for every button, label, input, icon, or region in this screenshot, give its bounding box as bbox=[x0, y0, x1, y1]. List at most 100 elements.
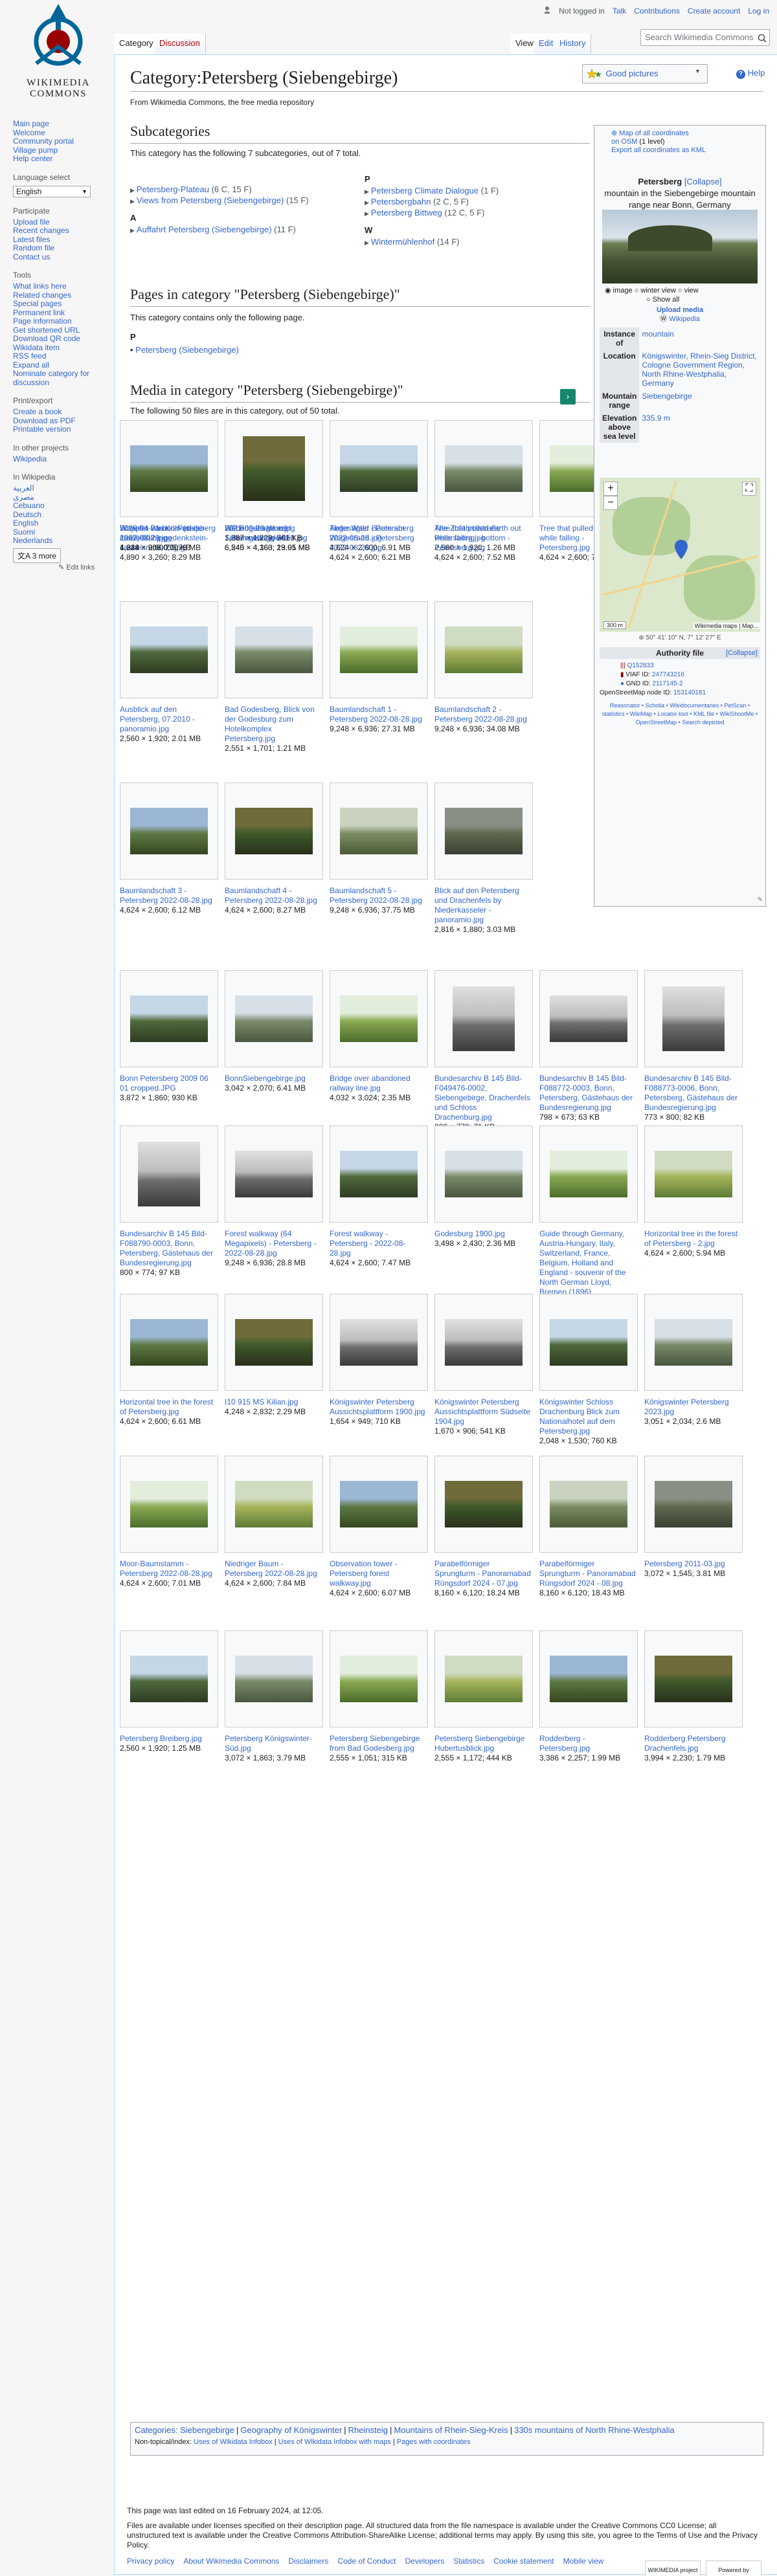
gallery-caption-link[interactable]: WP Bundeszone.jpg bbox=[225, 524, 322, 533]
gallery-thumbnail-frame[interactable] bbox=[539, 1630, 638, 1727]
gallery-caption-link[interactable]: Forest walkway (64 Megapixels) - Petersb… bbox=[225, 1229, 322, 1258]
gallery-item[interactable]: Bundesarchiv B 145 Bild-F088772-0003, Bo… bbox=[539, 970, 642, 1122]
gallery-thumbnail-image[interactable] bbox=[130, 627, 208, 673]
gallery-caption-link[interactable]: Bundesarchiv B 145 Bild-F088772-0003, Bo… bbox=[539, 1074, 636, 1113]
gallery-caption-link[interactable]: Bonn Petersberg 2009 06 01 cropped.JPG bbox=[120, 1074, 217, 1093]
sidebar-nav-link[interactable]: Welcome bbox=[13, 128, 104, 138]
gallery-caption-link[interactable]: Rodderberg Petersberg Drachenfels.jpg bbox=[644, 1734, 741, 1753]
gallery-thumbnail-frame[interactable] bbox=[120, 420, 218, 517]
subcategory-link[interactable]: Petersberg-Plateau bbox=[137, 184, 209, 194]
gallery-thumbnail-image[interactable] bbox=[445, 1656, 523, 1702]
gallery-thumbnail-image[interactable] bbox=[655, 1319, 732, 1366]
gallery-thumbnail-frame[interactable] bbox=[330, 783, 428, 880]
radio-winter[interactable]: ○ bbox=[635, 287, 639, 294]
triangle-right-icon[interactable]: ▶ bbox=[130, 225, 135, 236]
radio-image[interactable]: ◉ bbox=[605, 287, 611, 294]
gallery-caption-link[interactable]: Moor-Baumstamm - Petersberg 2022-08-28.j… bbox=[120, 1559, 217, 1579]
gallery-caption-link[interactable]: Bridge over abandoned railway line.jpg bbox=[330, 1074, 427, 1093]
sidebar-link-tools[interactable]: Permanent link bbox=[13, 308, 104, 318]
gallery-thumbnail-frame[interactable] bbox=[434, 783, 533, 880]
zoom-in-button[interactable]: + bbox=[603, 482, 618, 496]
gallery-caption-link[interactable]: Forest walkway - Petersberg - 2022-08-28… bbox=[330, 1229, 427, 1258]
gallery-caption-link[interactable]: Bundesarchiv B 145 Bild-F088790-0003, Bo… bbox=[120, 1229, 217, 1268]
gallery-thumbnail-image[interactable] bbox=[235, 1656, 313, 1702]
gallery-thumbnail-frame[interactable] bbox=[225, 783, 323, 880]
gallery-caption-link[interactable]: Horizontal tree in the forest of Petersb… bbox=[644, 1229, 741, 1249]
gallery-item[interactable]: Petersberg 2011-03.jpg 3,072 × 1,545; 3.8… bbox=[644, 1456, 747, 1579]
gallery-item[interactable]: Bridge over abandoned railway line.jpg 4,… bbox=[330, 970, 432, 1103]
radio-view[interactable]: ○ bbox=[678, 287, 682, 294]
gallery-thumbnail-frame[interactable] bbox=[539, 1294, 638, 1391]
gallery-item[interactable]: Niedriger Baum - Petersberg 2022-08-28.j… bbox=[225, 1456, 327, 1588]
gallery-caption-link[interactable]: Königswinter Petersberg 2023.jpg bbox=[644, 1397, 741, 1417]
gallery-caption-link[interactable]: Blick auf den Petersberg und Drachenfels… bbox=[434, 886, 532, 925]
gallery-caption-link[interactable]: Parabelförmiger Sprungturm - Panoramabad… bbox=[539, 1559, 636, 1588]
infobox-tool-links[interactable]: Reasonator • Scholia • Wikidocumentaries… bbox=[594, 702, 765, 727]
gallery-item[interactable]: Bundesarchiv B 145 Bild-F088773-0006, Bo… bbox=[644, 970, 747, 1122]
sidebar-nav-link[interactable]: Village pump bbox=[13, 146, 104, 155]
gallery-thumbnail-image[interactable] bbox=[235, 1481, 313, 1527]
gallery-item[interactable]: Godesburg 1900.jpg 3,498 × 2,430; 2.36 MB bbox=[434, 1126, 537, 1249]
triangle-right-icon[interactable]: ▶ bbox=[365, 208, 369, 219]
page-item[interactable]: • Petersberg (Siebengebirge) bbox=[130, 345, 239, 355]
footer-link[interactable]: Mobile view bbox=[563, 2557, 604, 2566]
subcategory-item[interactable]: ▶ Petersberg Bittweg (12 C, 5 F) bbox=[365, 208, 585, 219]
gallery-item[interactable]: Bonn Petersberg 2009 06 01 cropped.JPG 3,… bbox=[120, 970, 222, 1103]
gallery-thumbnail-frame[interactable] bbox=[434, 1126, 533, 1223]
gallery-thumbnail-image[interactable] bbox=[445, 627, 523, 673]
sidebar-link-tools[interactable]: Special pages bbox=[13, 299, 104, 309]
help-link[interactable]: Help bbox=[748, 68, 765, 78]
footer-link[interactable]: Statistics bbox=[453, 2557, 484, 2566]
gallery-item[interactable]: Horizontal tree in the forest of Petersb… bbox=[120, 1294, 222, 1427]
category-link[interactable]: Geography of Königswinter bbox=[240, 2425, 342, 2435]
gallery-thumbnail-image[interactable] bbox=[550, 1319, 627, 1366]
gallery-thumbnail-frame[interactable] bbox=[434, 970, 533, 1067]
triangle-right-icon[interactable]: ▶ bbox=[130, 196, 135, 206]
subcategory-item[interactable]: ▶ Auffahrt Petersberg (Siebengebirge) (11… bbox=[130, 225, 337, 236]
sidebar-link-wiki_langs[interactable]: Suomi bbox=[13, 527, 104, 537]
gallery-thumbnail-frame[interactable] bbox=[120, 1630, 218, 1727]
gallery-thumbnail-frame[interactable] bbox=[120, 970, 218, 1067]
gallery-thumbnail-image[interactable] bbox=[235, 627, 313, 673]
gallery-item[interactable]: Forest walkway - Petersberg - 2022-08-28… bbox=[330, 1126, 432, 1268]
gallery-item[interactable]: Königswinter Schloss Drachenburg Blick z… bbox=[539, 1294, 642, 1446]
sidebar-link-wiki_langs[interactable]: Deutsch bbox=[13, 510, 104, 520]
wikimedia-project-badge[interactable]: WIKIMEDIA project bbox=[645, 2560, 701, 2576]
gallery-thumbnail-frame[interactable] bbox=[330, 1294, 428, 1391]
footer-link[interactable]: Code of Conduct bbox=[337, 2557, 396, 2566]
gallery-thumbnail-frame[interactable] bbox=[644, 1294, 743, 1391]
edit-links-link[interactable]: Edit links bbox=[66, 564, 95, 572]
gallery-item[interactable]: Bundesarchiv B 145 Bild-F088790-0003, Bo… bbox=[120, 1126, 222, 1278]
gallery-caption-link[interactable]: Königswinter Petersberg Aussichtsplattfo… bbox=[330, 1397, 427, 1417]
sidebar-link-wiki_langs[interactable]: العربية bbox=[13, 483, 104, 493]
gallery-caption-link[interactable]: Observation tower - Petersberg forest wa… bbox=[330, 1559, 427, 1588]
gallery-thumbnail-image[interactable] bbox=[655, 1656, 732, 1702]
triangle-right-icon[interactable]: ▶ bbox=[365, 238, 369, 248]
subcategory-item[interactable]: ▶ Views from Petersberg (Siebengebirge) (… bbox=[130, 195, 337, 206]
gallery-caption-link[interactable]: Rodderberg - Petersberg.jpg bbox=[539, 1734, 636, 1753]
gallery-item[interactable]: Baumlandschaft 4 - Petersberg 2022-08-28… bbox=[225, 783, 327, 915]
osm-node-link[interactable]: 153140181 bbox=[673, 689, 706, 696]
create-account-link[interactable]: Create account bbox=[688, 6, 740, 16]
gallery-caption-link[interactable]: Petersberg 2011-03.jpg bbox=[644, 1559, 741, 1569]
subcategory-link[interactable]: Views from Petersberg (Siebengebirge) bbox=[137, 195, 284, 205]
wikidata-q-link[interactable]: Q152833 bbox=[627, 662, 654, 669]
gallery-item[interactable]: Petersberg Breiberg.jpg 2,560 × 1,920; 1.… bbox=[120, 1630, 222, 1753]
gallery-item[interactable]: Rodderberg - Petersberg.jpg 3,386 × 2,257… bbox=[539, 1630, 642, 1763]
gallery-item[interactable]: Ausblick auf den Petersberg, 07.2010 - p… bbox=[120, 601, 222, 744]
category-link[interactable]: Rheinsteig bbox=[348, 2425, 388, 2435]
sidebar-link-participate[interactable]: Contact us bbox=[13, 252, 104, 262]
gallery-caption-link[interactable]: Horizontal tree in the forest of Petersb… bbox=[120, 1397, 217, 1417]
gallery-caption-link[interactable]: Baumlandschaft 2 - Petersberg 2022-08-28… bbox=[434, 705, 532, 724]
gallery-thumbnail-image[interactable] bbox=[130, 995, 208, 1042]
footer-link[interactable]: Cookie statement bbox=[493, 2557, 554, 2566]
gallery-caption-link[interactable]: Petersberg Siebengebirge Hubertusblick.j… bbox=[434, 1734, 532, 1753]
gallery-thumbnail-frame[interactable] bbox=[434, 1294, 533, 1391]
gallery-thumbnail-image[interactable] bbox=[235, 1319, 313, 1366]
category-link[interactable]: 330s mountains of North Rhine-Westphalia bbox=[514, 2425, 675, 2435]
gallery-thumbnail-image[interactable] bbox=[445, 1481, 523, 1527]
log-in-link[interactable]: Log in bbox=[748, 6, 769, 16]
gallery-thumbnail-image[interactable] bbox=[130, 445, 208, 492]
gallery-item[interactable]: Königswinter Petersberg 2023.jpg 3,051 × … bbox=[644, 1294, 747, 1427]
gallery-caption-link[interactable]: Petersberg Breiberg.jpg bbox=[120, 1734, 217, 1744]
